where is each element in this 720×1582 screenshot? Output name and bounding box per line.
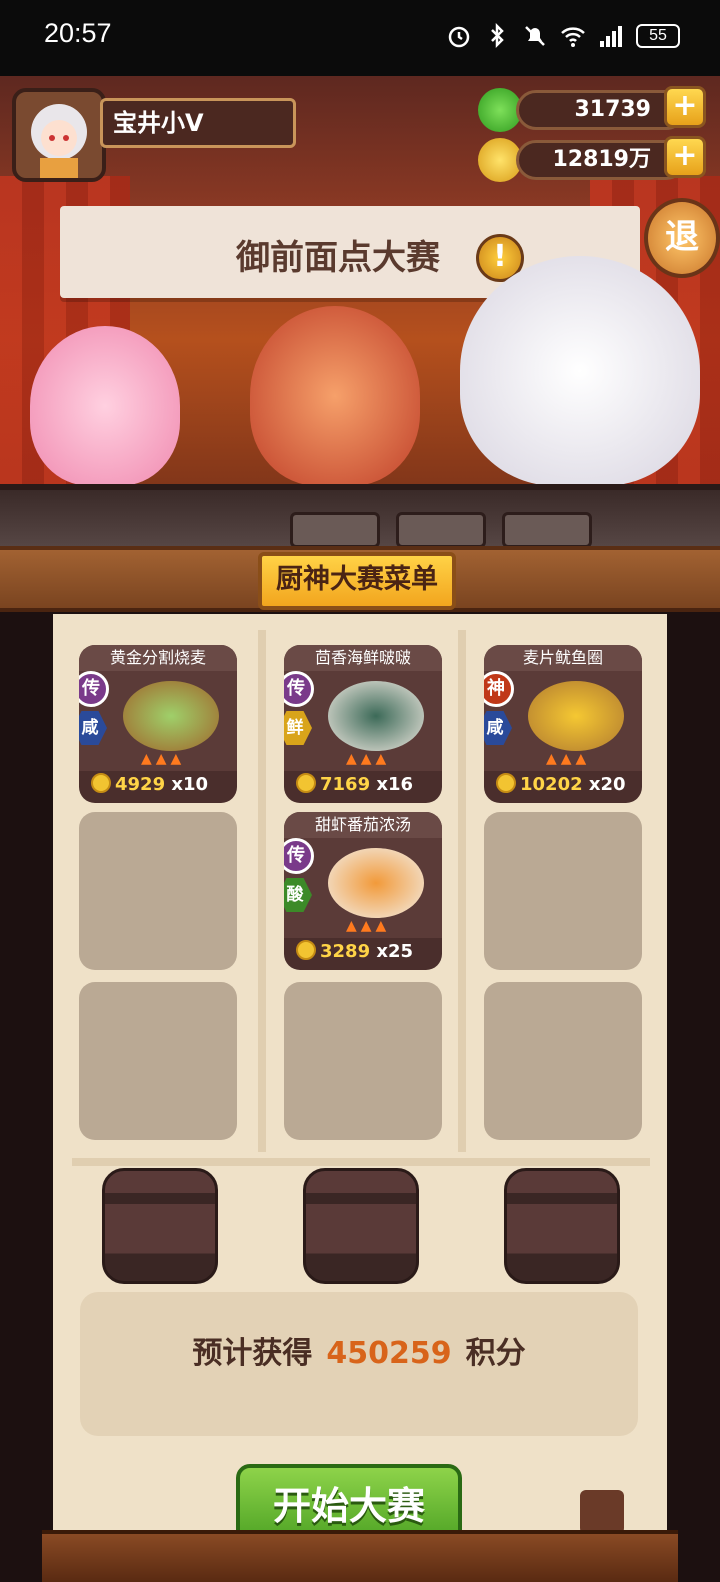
judge-counter (0, 484, 720, 554)
bluetooth-icon (491, 23, 504, 49)
avatar-portrait (31, 104, 87, 178)
column-divider (258, 630, 266, 1152)
flame-icon: ▲▲▲ (346, 751, 391, 767)
signal-icon (600, 26, 622, 47)
coin-icon (91, 773, 111, 793)
battery-indicator: 55 (636, 24, 680, 48)
dish-name: 麦片鱿鱼圈 (484, 645, 642, 671)
coin-icon (296, 940, 316, 960)
empty-dish-slot[interactable] (484, 812, 642, 970)
serving-tray-slot[interactable] (303, 1168, 419, 1284)
judge-character-center (250, 306, 420, 486)
column-divider (458, 630, 466, 1152)
dish-card[interactable]: 甜虾番茄浓汤 传 酸 ▲▲▲ 3289 x25 (284, 812, 442, 970)
points-estimate-box: 预计获得 450259 积分 (80, 1292, 638, 1436)
menu-title: 厨神大赛菜单 (258, 552, 456, 610)
status-bar: 20:57 55 (0, 0, 720, 76)
dish-image (528, 681, 624, 751)
event-title: 御前面点大赛 (236, 238, 440, 278)
alarm-icon (448, 26, 470, 48)
serving-tray-slot[interactable] (504, 1168, 620, 1284)
coin-icon (496, 773, 516, 793)
judge-character-left (30, 326, 180, 486)
jade-count: 31739 (516, 90, 686, 130)
status-time: 20:57 (44, 18, 112, 48)
judge-character-right (460, 256, 700, 486)
dish-card[interactable]: 茴香海鲜啵啵 传 鲜 ▲▲▲ 7169 x16 (284, 645, 442, 803)
empty-dish-slot[interactable] (484, 982, 642, 1140)
section-divider (72, 1158, 650, 1166)
dish-image (123, 681, 219, 751)
dish-image (328, 848, 424, 918)
dish-card[interactable]: 麦片鱿鱼圈 神 咸 ▲▲▲ 10202 x20 (484, 645, 642, 803)
dish-price: 7169 x16 (296, 773, 413, 795)
dish-name: 甜虾番茄浓汤 (284, 812, 442, 838)
player-name: 宝井小V (100, 98, 296, 148)
estimate-prefix: 预计获得 (192, 1336, 313, 1371)
counter-slot (502, 512, 592, 548)
dish-price: 3289 x25 (296, 940, 413, 962)
player-avatar[interactable] (12, 88, 106, 182)
dish-price: 4929 x10 (91, 773, 208, 795)
estimate-suffix: 积分 (465, 1336, 526, 1371)
empty-dish-slot[interactable] (79, 812, 237, 970)
dish-card[interactable]: 黄金分割烧麦 传 咸 ▲▲▲ 4929 x10 (79, 645, 237, 803)
empty-dish-slot[interactable] (284, 982, 442, 1140)
add-coin-button[interactable]: + (664, 136, 706, 178)
status-icons: 55 (446, 18, 680, 54)
counter-slot (396, 512, 486, 548)
dish-image (328, 681, 424, 751)
estimate-value: 450259 (326, 1336, 452, 1371)
dish-name: 茴香海鲜啵啵 (284, 645, 442, 671)
empty-dish-slot[interactable] (79, 982, 237, 1140)
dish-price: 10202 x20 (496, 773, 626, 795)
contest-scene: 宝井小V 31739 + 12819万 + 御前面点大赛 ! 退 (0, 76, 720, 554)
bottom-wood-bar (42, 1530, 678, 1582)
wifi-icon (561, 27, 585, 47)
exit-button[interactable]: 退 (644, 198, 720, 278)
coin-count: 12819万 (516, 140, 686, 180)
flame-icon: ▲▲▲ (346, 918, 391, 934)
coin-icon (296, 773, 316, 793)
flame-icon: ▲▲▲ (141, 751, 186, 767)
serving-tray-slot[interactable] (102, 1168, 218, 1284)
dish-name: 黄金分割烧麦 (79, 645, 237, 671)
flame-icon: ▲▲▲ (546, 751, 591, 767)
add-jade-button[interactable]: + (664, 86, 706, 128)
mute-icon (525, 26, 545, 46)
counter-slot (290, 512, 380, 548)
